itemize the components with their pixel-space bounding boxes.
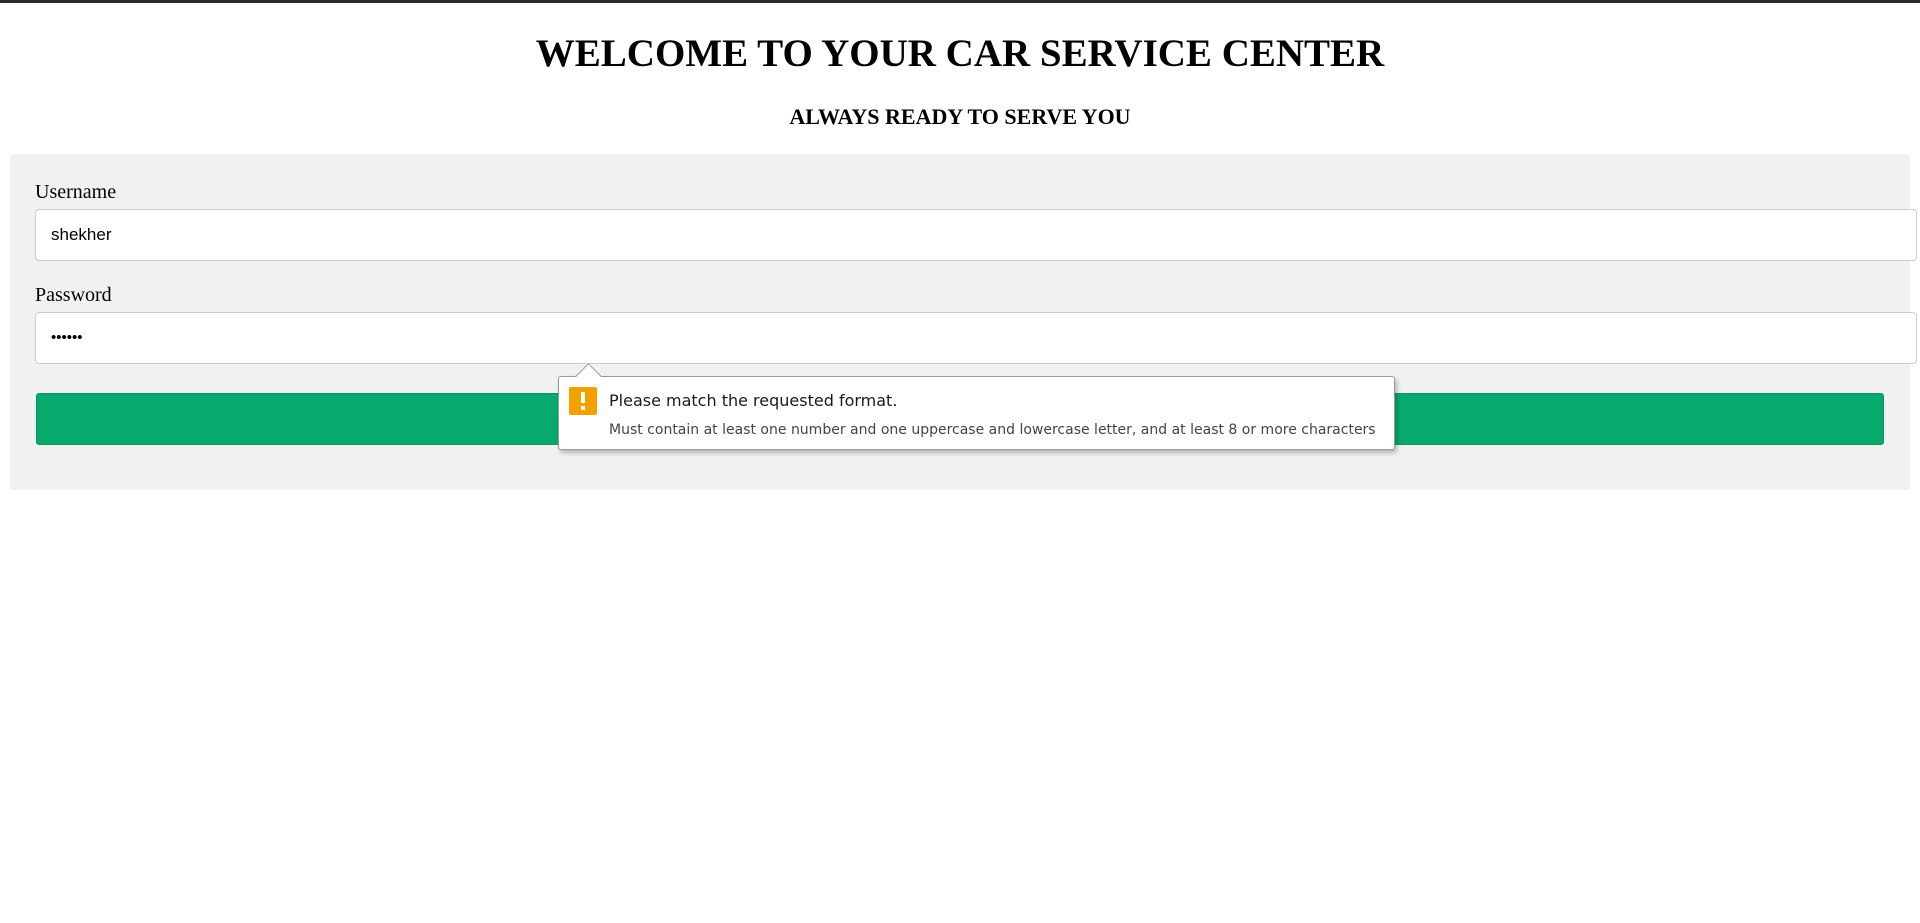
- tooltip-detail: Must contain at least one number and one…: [609, 422, 1376, 438]
- validation-tooltip: Please match the requested format. Must …: [558, 363, 1395, 450]
- top-border: [0, 0, 1920, 3]
- password-label: Password: [35, 284, 112, 306]
- page-subtitle: ALWAYS READY TO SERVE YOU: [789, 104, 1131, 129]
- tooltip-title: Please match the requested format.: [609, 391, 898, 410]
- warning-icon: [569, 387, 597, 415]
- password-input[interactable]: ••••••: [35, 312, 1917, 364]
- username-input[interactable]: shekher: [35, 209, 1917, 261]
- username-label: Username: [35, 181, 117, 203]
- page-title: WELCOME TO YOUR CAR SERVICE CENTER: [535, 32, 1385, 75]
